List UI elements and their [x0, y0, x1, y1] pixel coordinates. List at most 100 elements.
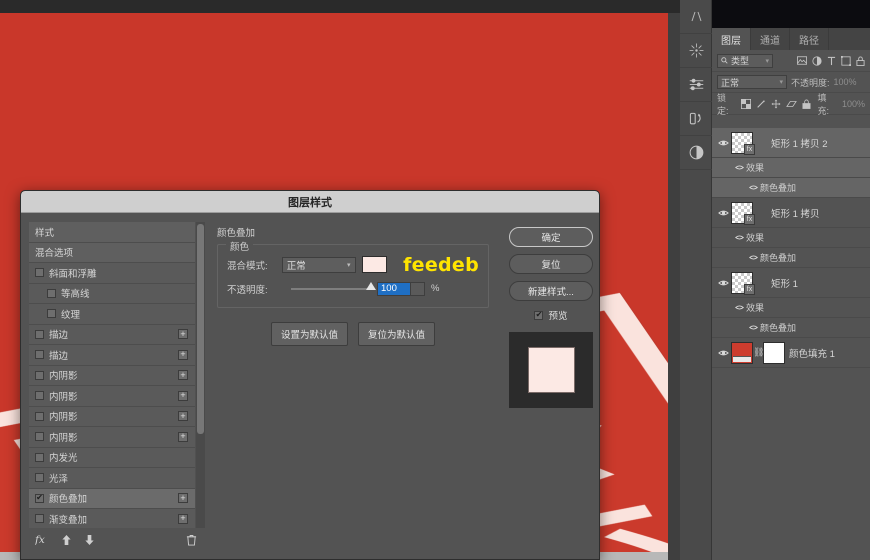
layer-lock-row[interactable]: 锁定: 填充: 100%: [712, 93, 870, 116]
list-item[interactable]: 颜色叠加: [760, 181, 796, 194]
add-effect-icon[interactable]: +: [178, 370, 188, 381]
style-texture[interactable]: 纹理: [29, 304, 195, 325]
opacity-value[interactable]: 100%: [834, 77, 857, 87]
opacity-input-spinner[interactable]: [411, 281, 425, 296]
layer-thumbnail-group[interactable]: fx: [731, 200, 767, 226]
style-inner-shadow-2[interactable]: 内阴影 +: [29, 386, 195, 407]
checkbox[interactable]: [35, 432, 44, 442]
link-mask-icon[interactable]: ⛓: [753, 347, 764, 358]
add-effect-icon[interactable]: +: [178, 513, 188, 524]
add-effect-icon[interactable]: +: [178, 390, 188, 401]
layer-thumbnail[interactable]: [731, 341, 753, 364]
layer-effects-group[interactable]: 效果: [712, 298, 870, 318]
layers-panel[interactable]: 图层 通道 路径 类型 ▾ 正常 ▾ 不透明度: 100% 锁定: 填充: 10…: [712, 0, 870, 560]
scrollbar[interactable]: [196, 222, 205, 528]
styles-list[interactable]: 样式 混合选项 斜面和浮雕 等高线 纹理 描边 + 描边 + 内阴影 + 内阴影…: [29, 222, 195, 528]
eye-icon[interactable]: [746, 184, 760, 191]
preview-checkbox[interactable]: ✔: [534, 310, 544, 320]
styles-footer-toolbar[interactable]: fx: [29, 530, 205, 554]
opacity-slider[interactable]: [291, 281, 376, 290]
layer-effects-group[interactable]: 效果: [712, 158, 870, 178]
styles-header-styles[interactable]: 样式: [29, 222, 195, 243]
style-color-overlay[interactable]: ✔ 颜色叠加 +: [29, 488, 195, 509]
history-icon[interactable]: [680, 102, 712, 136]
styles-header-blending[interactable]: 混合选项: [29, 242, 195, 263]
style-inner-shadow-3[interactable]: 内阴影 +: [29, 406, 195, 427]
list-item[interactable]: 颜色叠加: [760, 251, 796, 264]
tab-paths[interactable]: 路径: [790, 28, 829, 50]
checkbox[interactable]: [35, 329, 44, 339]
list-item[interactable]: 矩形 1 拷贝 2: [771, 136, 828, 150]
tab-layers[interactable]: 图层: [712, 28, 751, 50]
eye-icon[interactable]: [732, 234, 746, 241]
eye-icon[interactable]: [732, 304, 746, 311]
panel-icon-dock[interactable]: [680, 0, 712, 560]
style-bevel-emboss[interactable]: 斜面和浮雕: [29, 263, 195, 284]
lock-icon-group[interactable]: [741, 98, 811, 109]
checkbox[interactable]: [35, 391, 44, 401]
style-satin[interactable]: 光泽: [29, 468, 195, 489]
style-stroke-2[interactable]: 描边 +: [29, 345, 195, 366]
layer-filter-icons[interactable]: [797, 55, 865, 66]
adjustments-sliders-icon[interactable]: [680, 68, 712, 102]
overlay-color-swatch[interactable]: [361, 256, 388, 273]
layer-thumbnail-group[interactable]: fx: [731, 130, 767, 156]
layer-effect-item[interactable]: 颜色叠加: [712, 318, 870, 338]
checkbox[interactable]: [35, 473, 44, 483]
style-inner-shadow-4[interactable]: 内阴影 +: [29, 427, 195, 448]
style-inner-shadow-1[interactable]: 内阴影 +: [29, 365, 195, 386]
add-effect-icon[interactable]: +: [178, 329, 188, 340]
checkbox[interactable]: ✔: [35, 493, 44, 503]
layer-style-dialog[interactable]: 图层样式 样式 混合选项 斜面和浮雕 等高线 纹理 描边 + 描边 + 内阴影 …: [20, 190, 600, 560]
style-inner-glow[interactable]: 内发光: [29, 447, 195, 468]
list-item[interactable]: 效果: [746, 301, 764, 314]
blend-mode-select[interactable]: 正常 ▾: [281, 256, 356, 273]
trash-icon[interactable]: [186, 533, 197, 551]
eye-icon[interactable]: [716, 209, 731, 217]
list-item[interactable]: 颜色叠加: [760, 321, 796, 334]
checkbox[interactable]: [47, 288, 56, 298]
styles-list-column[interactable]: 样式 混合选项 斜面和浮雕 等高线 纹理 描边 + 描边 + 内阴影 + 内阴影…: [29, 222, 205, 528]
checkbox[interactable]: [35, 411, 44, 421]
table-row[interactable]: fx 矩形 1 拷贝 2: [712, 128, 870, 158]
list-item[interactable]: 效果: [746, 161, 764, 174]
eye-icon[interactable]: [716, 279, 731, 287]
add-effect-icon[interactable]: +: [178, 493, 188, 504]
checkbox[interactable]: [35, 268, 44, 278]
move-down-icon[interactable]: [84, 533, 95, 551]
dialog-resize-handle[interactable]: [587, 548, 597, 558]
layer-filter-select[interactable]: 类型 ▾: [717, 53, 773, 68]
list-item[interactable]: 矩形 1: [771, 276, 798, 290]
opacity-slider-knob[interactable]: [366, 281, 376, 290]
adjustment-circle-icon[interactable]: [680, 136, 712, 170]
table-row[interactable]: fx 矩形 1: [712, 268, 870, 298]
add-effect-icon[interactable]: +: [178, 431, 188, 442]
style-stroke-1[interactable]: 描边 +: [29, 324, 195, 345]
checkbox[interactable]: [35, 370, 44, 380]
opacity-input[interactable]: 100: [377, 281, 411, 296]
layer-effect-item[interactable]: 颜色叠加: [712, 178, 870, 198]
checkbox[interactable]: [35, 350, 44, 360]
list-item[interactable]: 颜色填充 1: [789, 346, 835, 360]
list-item[interactable]: 矩形 1 拷贝: [771, 206, 820, 220]
color-swatches-icon[interactable]: [680, 34, 712, 68]
set-default-button[interactable]: 设置为默认值: [270, 322, 348, 346]
layer-effect-item[interactable]: 颜色叠加: [712, 248, 870, 268]
fill-value[interactable]: 100%: [842, 99, 865, 109]
ok-button[interactable]: 确定: [509, 227, 593, 247]
table-row[interactable]: ⛓ 颜色填充 1: [712, 338, 870, 368]
checkbox[interactable]: [35, 452, 44, 462]
add-effect-icon[interactable]: +: [178, 411, 188, 422]
checkbox[interactable]: [35, 514, 44, 524]
blend-mode-select[interactable]: 正常 ▾: [717, 75, 787, 89]
eye-icon[interactable]: [716, 349, 731, 357]
eye-icon[interactable]: [732, 164, 746, 171]
brush-preset-icon[interactable]: [680, 0, 712, 34]
fx-icon[interactable]: fx: [34, 533, 49, 551]
table-row[interactable]: fx 矩形 1 拷贝: [712, 198, 870, 228]
tab-channels[interactable]: 通道: [751, 28, 790, 50]
layer-effects-group[interactable]: 效果: [712, 228, 870, 248]
move-up-icon[interactable]: [61, 533, 72, 551]
layer-mask-thumbnail[interactable]: [763, 341, 785, 364]
style-contour[interactable]: 等高线: [29, 283, 195, 304]
